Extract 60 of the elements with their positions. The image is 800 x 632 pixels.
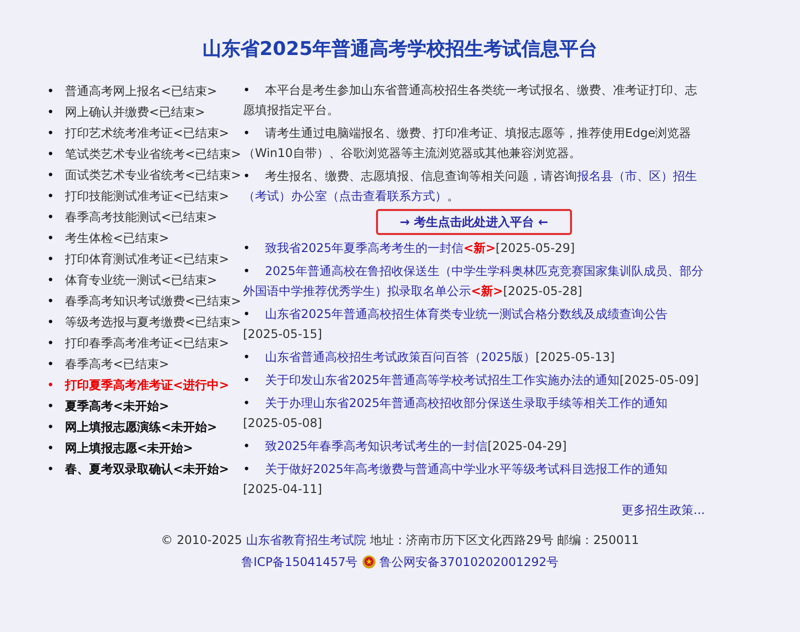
list-bullet: • <box>47 124 56 140</box>
schedule-item[interactable]: 打印艺术统考准考证<已结束> <box>65 124 230 140</box>
schedule-item[interactable]: 等级考选报与夏考缴费<已结束> <box>65 314 242 330</box>
schedule-item[interactable]: 笔试类艺术专业省统考<已结束> <box>65 146 242 162</box>
list-bullet: • <box>47 250 56 266</box>
notice-paragraph: • 考生报名、缴费、志愿填报、信息查询等相关问题，请咨询报名县（市、区）招生 （考试）办公室（点击查看联系方式）。 <box>243 168 698 205</box>
list-bullet: • <box>47 440 56 456</box>
schedule-item[interactable]: 网上填报志愿<未开始> <box>65 440 194 456</box>
schedule-item[interactable]: 春、夏考双录取确认<未开始> <box>65 460 230 476</box>
address-text: 地址：济南市历下区文化西路29号 邮编：250011 <box>370 532 640 549</box>
schedule-item[interactable]: 考生体检<已结束> <box>65 230 170 246</box>
schedule-item[interactable]: 打印体育测试准考证<已结束> <box>65 250 230 266</box>
list-bullet: • <box>47 104 56 120</box>
news-item[interactable]: • 致我省2025年夏季高考考生的一封信<新>[2025-05-29] <box>243 238 705 258</box>
list-bullet: • <box>47 230 56 246</box>
list-bullet: • <box>47 208 56 224</box>
police-record-link[interactable]: 鲁公网安备37010202001292号 <box>380 551 559 573</box>
page-title: 山东省2025年普通高考学校招生考试信息平台 <box>202 37 598 62</box>
news-item[interactable]: • 关于印发山东省2025年普通高等学校考试招生工作实施办法的通知[2025-05-09] <box>243 370 705 390</box>
schedule-item[interactable]: 春季高考知识考试缴费<已结束> <box>65 292 242 308</box>
org-link[interactable]: 山东省教育招生考试院 <box>246 529 366 551</box>
news-item[interactable]: • 关于做好2025年高考缴费与普通高中学业水平等级考试科目选报工作的通知 [2025-04-11] <box>243 459 705 499</box>
notice-paragraph: • 本平台是考生参加山东省普通高校招生各类统一考试报名、缴费、准考证打印、志愿填报指定平台。 <box>243 82 698 119</box>
copyright-text: © 2010-2025 <box>160 532 242 549</box>
list-bullet: • <box>47 146 56 162</box>
enter-platform-button[interactable]: → 考生点击此处进入平台 ← <box>376 209 572 235</box>
icp-link[interactable]: 鲁ICP备15041457号 <box>241 551 358 573</box>
news-item[interactable]: • 关于办理山东省2025年普通高校招收部分保送生录取手续等相关工作的通知 [2025-05-08] <box>243 393 705 433</box>
list-bullet: • <box>47 460 56 476</box>
list-bullet: • <box>47 166 56 182</box>
news-item[interactable]: • 致2025年春季高考知识考试考生的一封信[2025-04-29] <box>243 436 705 456</box>
schedule-item[interactable]: 打印技能测试准考证<已结束> <box>65 188 230 204</box>
list-bullet: • <box>47 376 56 392</box>
news-item[interactable]: • 2025年普通高校在鲁招收保送生（中学生学科奥林匹克竞赛国家集训队成员、部分外国语中学推荐优秀学生）拟录取名单公示<新>[2025-05-28] <box>243 261 705 301</box>
schedule-item[interactable]: 网上填报志愿演练<未开始> <box>65 418 218 434</box>
list-bullet: • <box>47 356 56 372</box>
schedule-item[interactable]: 面试类艺术专业省统考<已结束> <box>65 166 242 182</box>
schedule-item[interactable]: 春季高考技能测试<已结束> <box>65 208 218 224</box>
list-bullet: • <box>47 272 56 288</box>
emblem-icon <box>362 555 376 569</box>
list-bullet: • <box>47 292 56 308</box>
list-bullet: • <box>47 418 56 434</box>
contact-link[interactable]: （考试）办公室（点击查看联系方式） <box>243 189 447 203</box>
list-bullet: • <box>47 188 56 204</box>
list-bullet: • <box>47 82 56 98</box>
list-bullet: • <box>47 314 56 330</box>
schedule-item[interactable]: 打印夏季高考准考证<进行中> <box>65 376 230 392</box>
notice-paragraph: • 请考生通过电脑端报名、缴费、打印准考证、填报志愿等，推荐使用Edge浏览器（Win10自带）、谷歌浏览器等主流浏览器或其他兼容浏览器。 <box>243 125 692 162</box>
schedule-item[interactable]: 春季高考<已结束> <box>65 356 170 372</box>
schedule-item[interactable]: 体育专业统一测试<已结束> <box>65 272 218 288</box>
schedule-item[interactable]: 夏季高考<未开始> <box>65 398 170 414</box>
schedule-item[interactable]: 网上确认并缴费<已结束> <box>65 104 206 120</box>
list-bullet: • <box>47 398 56 414</box>
schedule-item[interactable]: 打印春季高考准考证<已结束> <box>65 334 230 350</box>
news-item[interactable]: • 山东省2025年普通高校招生体育类专业统一测试合格分数线及成绩查询公告 [2025-05-15] <box>243 304 705 344</box>
news-item[interactable]: • 山东省普通高校招生考试政策百问百答（2025版）[2025-05-13] <box>243 347 705 367</box>
more-policies-link[interactable]: 更多招生政策... <box>622 503 705 517</box>
schedule-item[interactable]: 普通高考网上报名<已结束> <box>65 82 218 98</box>
list-bullet: • <box>47 334 56 350</box>
contact-link[interactable]: 报名县（市、区）招生 <box>577 169 697 183</box>
